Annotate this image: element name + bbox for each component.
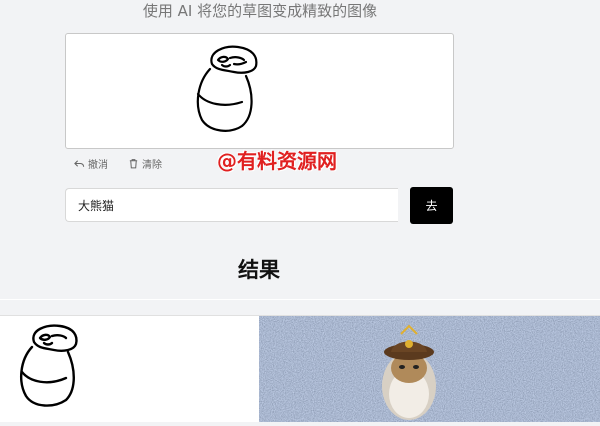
undo-icon (74, 159, 85, 167)
clear-label: 清除 (142, 159, 162, 171)
prompt-input[interactable] (65, 188, 398, 222)
results-heading: 结果 (238, 258, 280, 282)
watermark: @有料资源网 (217, 149, 337, 173)
result-sketch (0, 316, 258, 422)
drawing-canvas[interactable] (65, 33, 454, 149)
go-button[interactable]: 去 (410, 187, 453, 224)
result-photo-image (259, 316, 600, 422)
result-sketch-drawing (20, 324, 78, 407)
trash-icon (129, 158, 138, 168)
result-photo (259, 316, 600, 422)
undo-label: 撤消 (88, 159, 108, 171)
results-area (0, 315, 600, 422)
divider (0, 299, 600, 300)
sketch-drawing (196, 45, 258, 132)
clear-button[interactable]: 清除 (128, 154, 162, 172)
page-subtitle: 使用 AI 将您的草图变成精致的图像 (142, 2, 378, 20)
undo-button[interactable]: 撤消 (74, 154, 108, 172)
